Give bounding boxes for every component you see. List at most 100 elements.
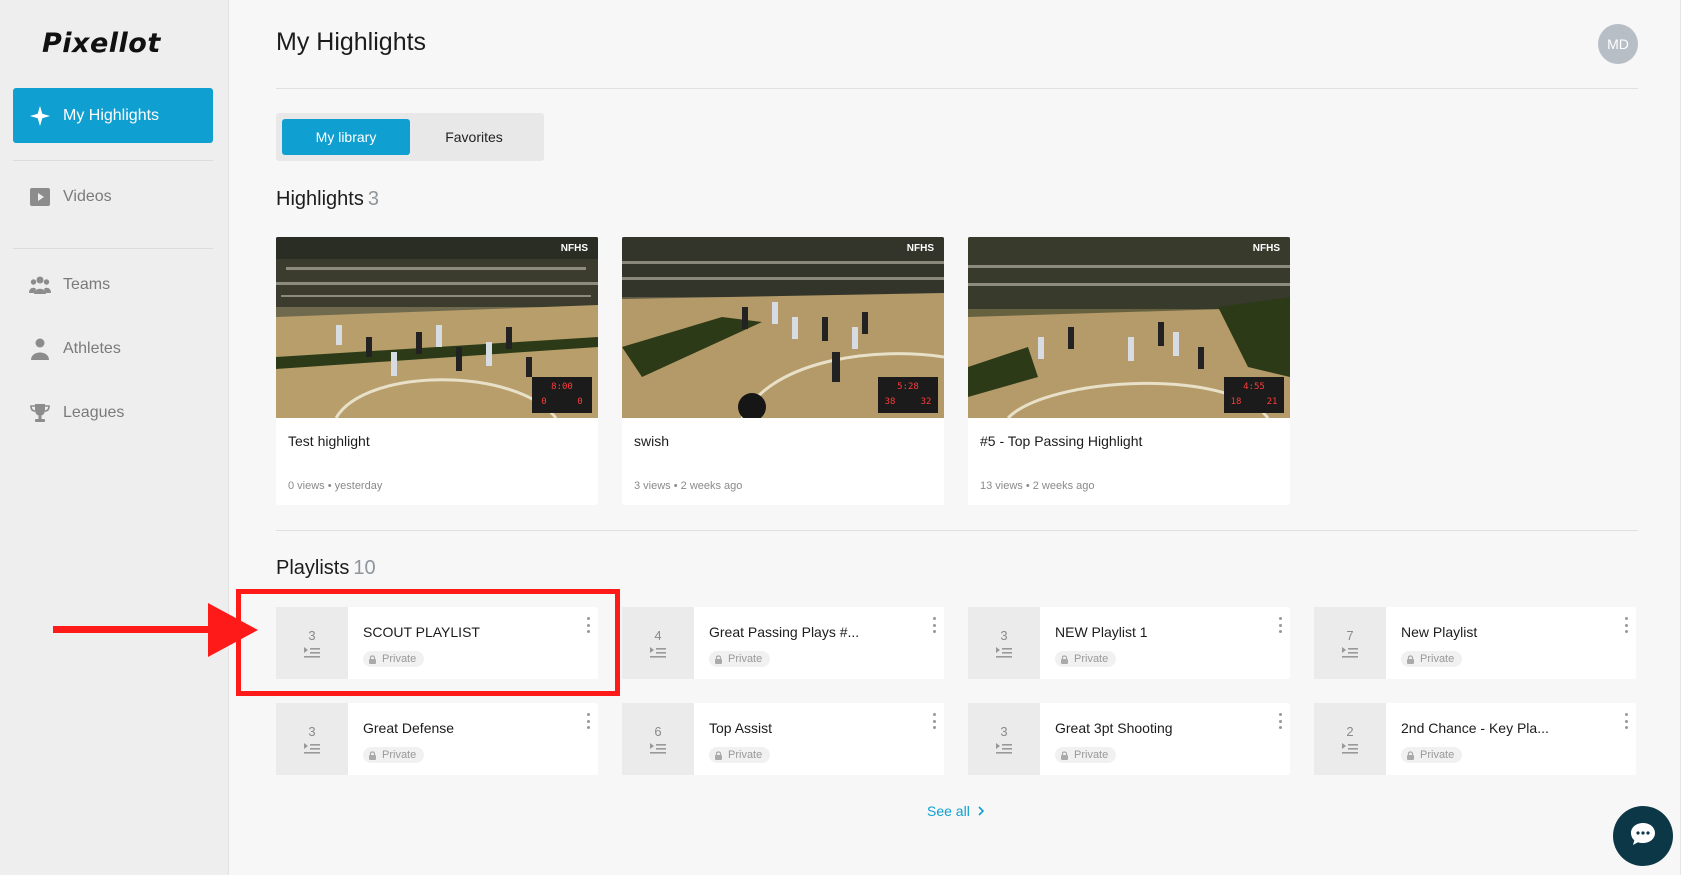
- library-tabs: My library Favorites: [276, 113, 544, 161]
- playlist-count-box: 6: [622, 703, 694, 775]
- playlist-icon: [1342, 742, 1358, 754]
- divider: [13, 248, 213, 249]
- more-options-icon[interactable]: [928, 615, 940, 635]
- privacy-label: Private: [728, 749, 763, 761]
- lock-icon: [1061, 750, 1068, 760]
- playlists-count: 10: [353, 557, 376, 579]
- playlist-card[interactable]: 6 Top Assist Private: [622, 703, 944, 775]
- playlist-count-box: 2: [1314, 703, 1386, 775]
- see-all-link[interactable]: See all: [927, 803, 984, 819]
- highlight-card[interactable]: 8:00 0 0 NFHS Test highlight 0 views • y…: [276, 237, 598, 505]
- playlist-count: 7: [1346, 627, 1354, 643]
- playlist-count-box: 3: [276, 703, 348, 775]
- more-options-icon[interactable]: [928, 711, 940, 731]
- playlist-name: Top Assist: [709, 720, 773, 736]
- scoreboard-clock: 5:28: [897, 382, 919, 392]
- more-options-icon[interactable]: [1274, 615, 1286, 635]
- athlete-icon: [29, 338, 51, 360]
- playlist-icon: [650, 646, 666, 658]
- more-options-icon[interactable]: [582, 711, 594, 731]
- privacy-label: Private: [1420, 653, 1455, 665]
- highlight-thumbnail[interactable]: 4:55 18 21 NFHS: [968, 237, 1290, 418]
- playlist-card[interactable]: 2 2nd Chance - Key Pla... Private: [1314, 703, 1636, 775]
- privacy-badge: Private: [1401, 651, 1463, 667]
- chevron-right-icon: [978, 806, 984, 816]
- sidebar-item-leagues[interactable]: Leagues: [13, 393, 213, 433]
- lock-icon: [1061, 654, 1068, 664]
- section-title-text: Highlights: [276, 188, 364, 210]
- privacy-label: Private: [1074, 653, 1109, 665]
- privacy-badge: Private: [709, 747, 771, 763]
- playlist-card[interactable]: 3 Great 3pt Shooting Private: [968, 703, 1290, 775]
- nfhs-watermark: NFHS: [561, 243, 589, 254]
- playlist-icon: [996, 742, 1012, 754]
- section-title-text: Playlists: [276, 557, 350, 579]
- teams-icon: [29, 275, 51, 295]
- sidebar-item-teams[interactable]: Teams: [13, 265, 213, 305]
- playlist-card[interactable]: 3 NEW Playlist 1 Private: [968, 607, 1290, 679]
- privacy-badge: Private: [1055, 651, 1117, 667]
- playlist-name: Great Passing Plays #...: [709, 624, 860, 640]
- divider: [13, 160, 213, 161]
- privacy-badge: Private: [1401, 747, 1463, 763]
- sidebar-item-label: Videos: [63, 188, 112, 205]
- lock-icon: [369, 750, 376, 760]
- trophy-icon: [29, 403, 51, 423]
- playlist-icon: [1342, 646, 1358, 658]
- playlist-count-box: 4: [622, 607, 694, 679]
- sparkle-icon: [29, 105, 51, 127]
- playlist-card[interactable]: 3 Great Defense Private: [276, 703, 598, 775]
- lock-icon: [1407, 654, 1414, 664]
- chat-bubble-icon: [1629, 821, 1657, 852]
- playlists-heading: Playlists 10: [276, 557, 376, 580]
- privacy-badge: Private: [1055, 747, 1117, 763]
- playlist-count-box: 3: [968, 607, 1040, 679]
- scoreboard-home: 18: [1231, 397, 1242, 407]
- highlight-card[interactable]: 4:55 18 21 NFHS #5 - Top Passing Highlig…: [968, 237, 1290, 505]
- lock-icon: [715, 654, 722, 664]
- chat-button[interactable]: [1613, 806, 1673, 866]
- highlight-title: swish: [634, 433, 670, 449]
- playlist-count: 2: [1346, 723, 1354, 739]
- playlist-card[interactable]: 4 Great Passing Plays #... Private: [622, 607, 944, 679]
- playlist-name: Great Defense: [363, 720, 455, 736]
- sidebar-item-label: Teams: [63, 276, 111, 293]
- see-all-label: See all: [927, 803, 970, 819]
- divider: [276, 88, 1638, 89]
- highlights-heading: Highlights 3: [276, 188, 379, 211]
- sidebar-item-athletes[interactable]: Athletes: [13, 329, 213, 369]
- tab-favorites[interactable]: Favorites: [410, 119, 538, 155]
- more-options-icon[interactable]: [1620, 711, 1632, 731]
- annotation-highlight-box: [236, 589, 620, 696]
- highlight-card[interactable]: 5:28 38 32 NFHS swish 3 views • 2 weeks …: [622, 237, 944, 505]
- playlist-name: New Playlist: [1401, 624, 1478, 640]
- window-edge: [1680, 0, 1686, 875]
- scoreboard-clock: 8:00: [551, 382, 573, 392]
- playlist-count: 3: [308, 723, 316, 739]
- more-options-icon[interactable]: [1274, 711, 1286, 731]
- highlight-title: #5 - Top Passing Highlight: [980, 433, 1143, 449]
- sidebar: Pixellot My Highlights Videos Teams Athl…: [0, 0, 229, 875]
- privacy-label: Private: [1074, 749, 1109, 761]
- page-title: My Highlights: [276, 28, 427, 56]
- highlight-thumbnail[interactable]: 5:28 38 32 NFHS: [622, 237, 944, 418]
- sidebar-item-label: My Highlights: [63, 106, 160, 124]
- privacy-label: Private: [382, 749, 417, 761]
- more-options-icon[interactable]: [1620, 615, 1632, 635]
- playlist-count-box: 7: [1314, 607, 1386, 679]
- playlist-card[interactable]: 7 New Playlist Private: [1314, 607, 1636, 679]
- highlight-thumbnail[interactable]: 8:00 0 0 NFHS: [276, 237, 598, 418]
- lock-icon: [715, 750, 722, 760]
- scoreboard-away: 21: [1267, 397, 1278, 407]
- tab-my-library[interactable]: My library: [282, 119, 410, 155]
- pixellot-logo[interactable]: Pixellot: [42, 28, 161, 59]
- nfhs-watermark: NFHS: [1253, 243, 1281, 254]
- highlight-meta: 0 views • yesterday: [288, 480, 383, 492]
- sidebar-item-videos[interactable]: Videos: [13, 177, 213, 217]
- avatar[interactable]: MD: [1598, 24, 1638, 64]
- privacy-label: Private: [728, 653, 763, 665]
- playlist-count: 3: [1000, 723, 1008, 739]
- video-icon: [29, 188, 51, 206]
- playlist-name: 2nd Chance - Key Pla...: [1401, 720, 1549, 736]
- sidebar-item-my-highlights[interactable]: My Highlights: [13, 88, 213, 143]
